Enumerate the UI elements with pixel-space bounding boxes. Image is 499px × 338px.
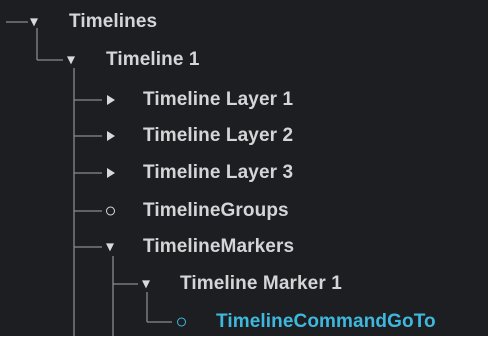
tree-node-label: Timelines <box>69 11 158 32</box>
expand-arrow-icon[interactable] <box>106 243 114 252</box>
expand-arrow-icon[interactable] <box>142 280 150 289</box>
tree-node-label: Timeline 1 <box>106 49 200 70</box>
tree-node-label: Timeline Marker 1 <box>180 273 342 294</box>
tree-node-label: Timeline Layer 2 <box>143 125 294 146</box>
tree-node-label: TimelineGroups <box>143 200 289 221</box>
tree-node-label: TimelineMarkers <box>143 236 295 257</box>
expand-arrow-icon[interactable] <box>67 56 75 65</box>
collapse-arrow-icon[interactable] <box>107 131 115 141</box>
expand-arrow-icon[interactable] <box>30 18 38 27</box>
leaf-circle-icon <box>106 206 115 216</box>
tree-node-label-selected: TimelineCommandGoTo <box>216 311 436 332</box>
tree-panel: Timelines Timeline 1 Timeline Layer 1 Ti… <box>0 0 488 336</box>
tree-node-label: Timeline Layer 1 <box>143 89 294 110</box>
collapse-arrow-icon[interactable] <box>107 168 115 178</box>
collapse-arrow-icon[interactable] <box>107 95 115 105</box>
tree-node-label: Timeline Layer 3 <box>143 162 294 183</box>
leaf-circle-icon <box>177 317 186 327</box>
